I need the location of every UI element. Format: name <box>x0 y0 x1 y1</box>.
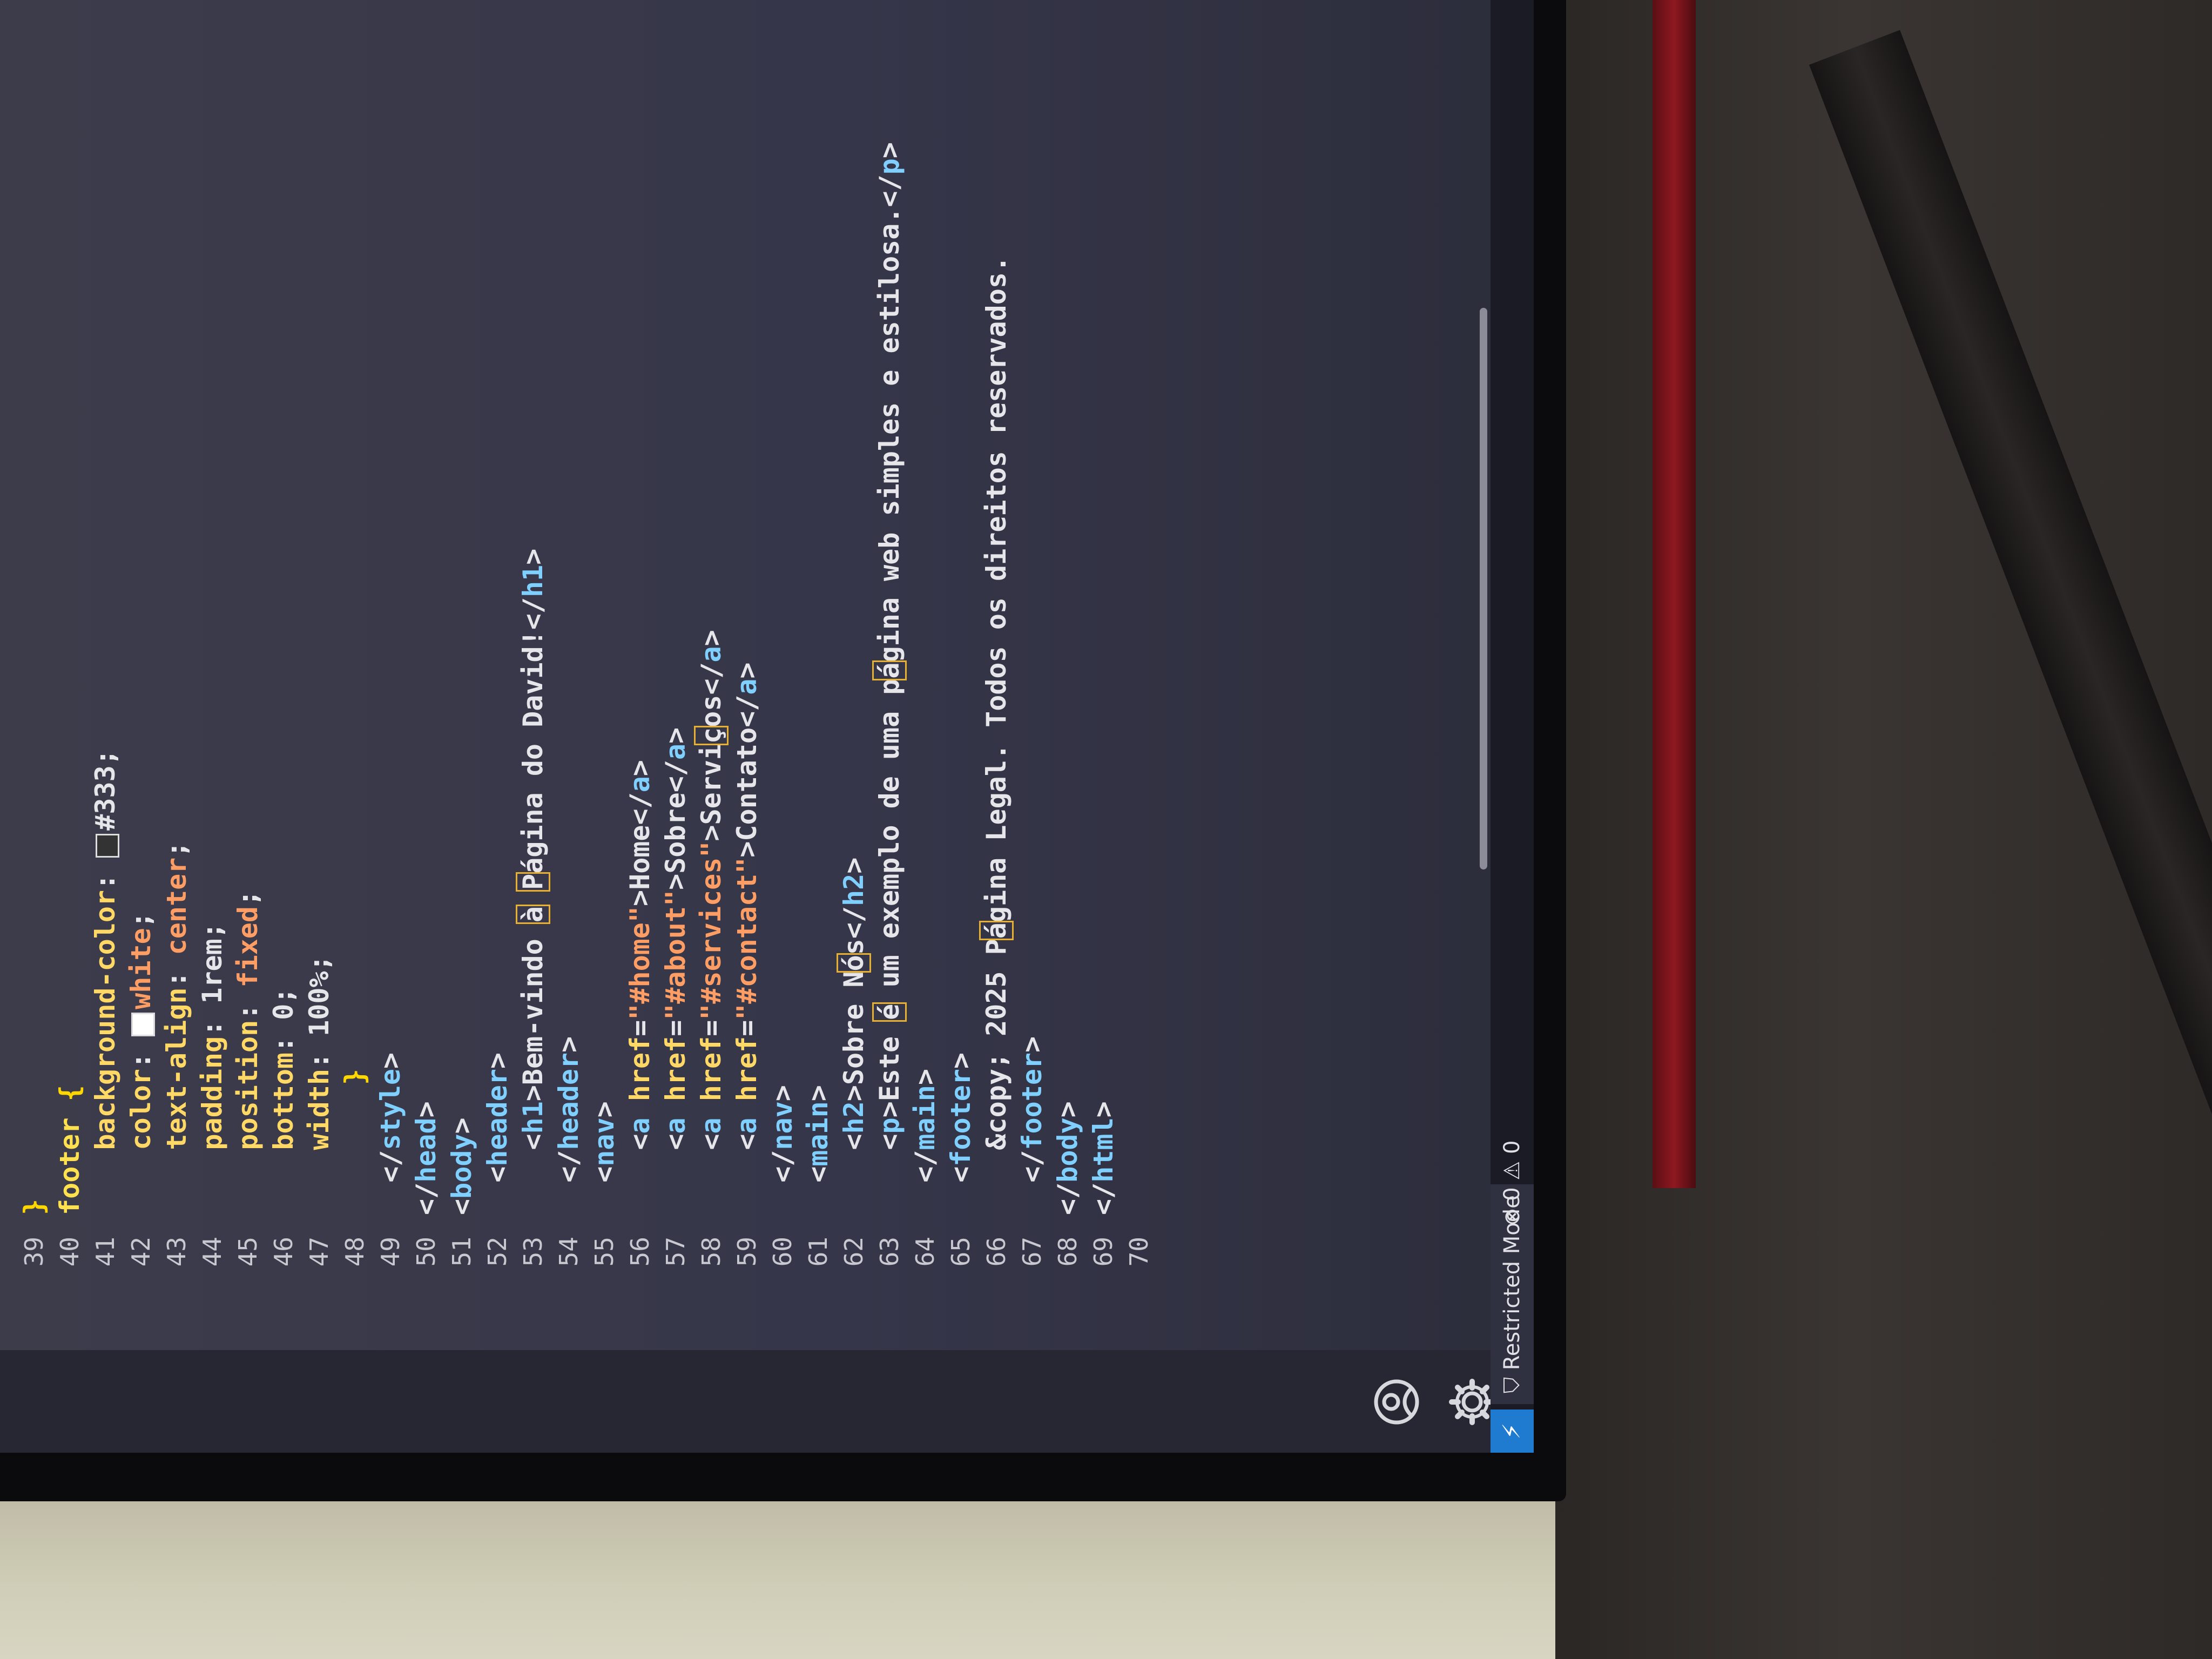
code-line[interactable]: <a href="#contact">Contato</a> <box>729 662 765 1215</box>
line-number: 44 <box>198 1237 227 1267</box>
line-number: 65 <box>946 1237 975 1267</box>
line-number: 48 <box>340 1237 369 1267</box>
line-number: 40 <box>55 1237 84 1267</box>
code-line[interactable]: <a href="#home">Home</a> <box>622 760 658 1215</box>
gear-icon[interactable] <box>1447 1377 1497 1427</box>
code-line[interactable]: position: fixed; <box>230 890 266 1215</box>
line-number: 42 <box>126 1237 156 1267</box>
line-number: 52 <box>483 1237 512 1267</box>
code-line[interactable]: <footer> <box>943 1053 979 1215</box>
line-number: 55 <box>590 1237 619 1267</box>
line-number: 54 <box>554 1237 583 1267</box>
line-number: 63 <box>875 1237 904 1267</box>
monitor-screen: 39 40 41 42 43 44 45 46 47 48 49 50 51 52 53 54 55 56 57 58… <box>0 0 1534 1453</box>
code-line[interactable]: </head> <box>408 1101 444 1215</box>
line-number: 49 <box>376 1237 405 1267</box>
line-number: 64 <box>911 1237 940 1267</box>
line-number: 58 <box>697 1237 726 1267</box>
monitor-stand-edge <box>1653 0 1696 1188</box>
code-line[interactable]: background-color: #333; <box>87 749 123 1215</box>
activity-bar <box>0 1350 1534 1453</box>
horizontal-scrollbar[interactable] <box>1480 308 1487 869</box>
code-line[interactable]: <a href="#about">Sobre</a> <box>658 727 693 1215</box>
shield-icon: ⛉ <box>1500 1377 1525 1393</box>
warning-icon: ⚠ <box>1500 1161 1525 1181</box>
code-line[interactable]: <h1>Bem-vindo à Página do David!</h1> <box>514 549 552 1215</box>
error-icon: ⊗ <box>1500 1208 1525 1226</box>
line-number: 45 <box>233 1237 262 1267</box>
code-line[interactable]: padding: 1rem; <box>194 922 230 1215</box>
remote-indicator-icon[interactable]: ⚡ <box>1491 1410 1534 1453</box>
code-line[interactable]: </nav> <box>765 1085 800 1215</box>
code-line[interactable]: <body> <box>444 1117 480 1215</box>
code-area[interactable]: } footer { background-color: #333; color:… <box>0 0 1534 1215</box>
line-number: 47 <box>305 1237 334 1267</box>
code-line[interactable]: </footer> <box>1014 1036 1050 1215</box>
line-number: 60 <box>768 1237 797 1267</box>
line-number: 39 <box>19 1237 49 1267</box>
code-line[interactable]: bottom: 0; <box>266 988 301 1215</box>
code-line[interactable]: </style> <box>373 1053 408 1215</box>
line-number: 61 <box>804 1237 833 1267</box>
code-line[interactable]: </html> <box>1085 1101 1121 1215</box>
code-line[interactable]: } <box>337 1069 373 1215</box>
code-line[interactable]: </body> <box>1050 1101 1085 1215</box>
line-number: 62 <box>839 1237 868 1267</box>
code-line[interactable]: <a href="#services">Serviços</a> <box>692 630 730 1215</box>
code-line[interactable]: footer { <box>52 1085 87 1215</box>
line-number: 51 <box>447 1237 476 1267</box>
line-number: 53 <box>518 1237 548 1267</box>
code-line[interactable]: <h2>Sobre Nós</h2> <box>835 858 873 1215</box>
code-line[interactable]: text-align: center; <box>159 841 194 1215</box>
code-line[interactable]: <header> <box>480 1053 515 1215</box>
line-number: 43 <box>162 1237 191 1267</box>
line-number: 68 <box>1053 1237 1082 1267</box>
code-line[interactable]: </header> <box>551 1036 586 1215</box>
code-line[interactable]: </main> <box>907 1069 943 1215</box>
code-line[interactable]: width: 100%; <box>301 955 337 1215</box>
line-number: 59 <box>732 1237 761 1267</box>
line-number: 50 <box>412 1237 441 1267</box>
line-number: 57 <box>661 1237 690 1267</box>
status-bar: ⚡ ⛉ Restricted Mode ⊗ 0 ⚠ 0 <box>1491 0 1534 1453</box>
warning-count: 0 <box>1500 1140 1525 1155</box>
line-number-gutter: 39 40 41 42 43 44 45 46 47 48 49 50 51 52 53 54 55 56 57 58… <box>0 1215 1534 1350</box>
line-number: 41 <box>91 1237 120 1267</box>
account-icon[interactable] <box>1372 1377 1421 1427</box>
code-line[interactable]: &copy; 2025 Página Legal. Todos os direi… <box>977 256 1015 1215</box>
line-number: 67 <box>1017 1237 1047 1267</box>
code-line[interactable]: <nav> <box>586 1101 622 1215</box>
code-line[interactable]: <p>Este é um exemplo de uma página web s… <box>871 142 908 1215</box>
line-number: 46 <box>269 1237 298 1267</box>
error-count: 0 <box>1500 1187 1525 1201</box>
code-line[interactable]: color: white; <box>123 912 159 1215</box>
code-line[interactable]: <main> <box>800 1085 836 1215</box>
line-number: 69 <box>1089 1237 1118 1267</box>
problems-indicator[interactable]: ⊗ 0 ⚠ 0 <box>1491 1141 1534 1226</box>
line-number: 70 <box>1124 1237 1154 1267</box>
line-number: 56 <box>625 1237 655 1267</box>
line-number: 66 <box>982 1237 1011 1267</box>
code-editor-window: 39 40 41 42 43 44 45 46 47 48 49 50 51 52 53 54 55 56 57 58… <box>0 0 1534 1453</box>
code-line[interactable]: } <box>16 1199 52 1215</box>
